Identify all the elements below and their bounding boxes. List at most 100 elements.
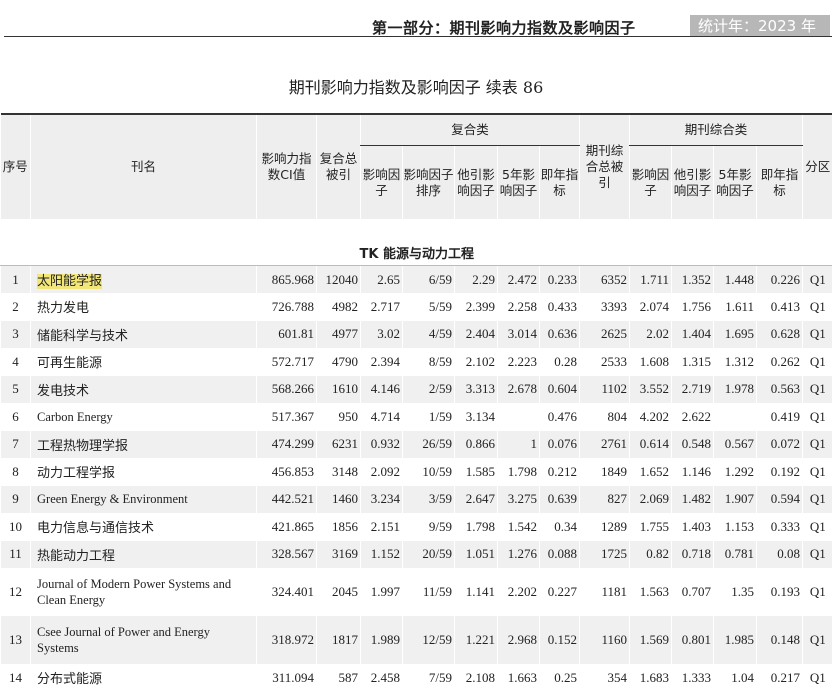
row-number: 12 — [1, 568, 31, 616]
fuhe-immediacy: 0.636 — [540, 321, 580, 349]
quartile-zone: Q1 — [803, 541, 832, 569]
zonghe-immediacy: 0.419 — [757, 403, 803, 431]
zonghe-other-if: 1.403 — [672, 513, 714, 541]
ci-value: 442.521 — [257, 486, 317, 514]
row-number: 6 — [1, 403, 31, 431]
fuhe-impact-factor: 1.997 — [361, 568, 403, 616]
row-number: 7 — [1, 431, 31, 459]
zonghe-immediacy: 0.413 — [757, 293, 803, 321]
journal-name: 工程热物理学报 — [31, 431, 257, 459]
ci-value: 324.401 — [257, 568, 317, 616]
table-row: 8动力工程学报456.85331482.09210/591.5851.7980.… — [1, 458, 832, 486]
row-number: 10 — [1, 513, 31, 541]
ci-value: 474.299 — [257, 431, 317, 459]
zonghe-impact-factor: 2.074 — [630, 293, 672, 321]
row-number: 3 — [1, 321, 31, 349]
zonghe-other-if: 1.315 — [672, 348, 714, 376]
fuhe-other-if: 2.102 — [455, 348, 498, 376]
fuhe-other-if: 2.29 — [455, 266, 498, 294]
fuhe-immediacy: 0.227 — [540, 568, 580, 616]
zonghe-impact-factor: 2.069 — [630, 486, 672, 514]
table-body: TK 能源与动力工程 1太阳能学报865.968120402.656/592.2… — [1, 219, 832, 692]
zonghe-5y-if — [714, 403, 757, 431]
journal-name: Journal of Modern Power Systems and Clea… — [31, 568, 257, 616]
zonghe-5y-if: 0.567 — [714, 431, 757, 459]
col-name: 刊名 — [31, 114, 257, 219]
fuhe-other-if: 2.108 — [455, 664, 498, 692]
fuhe-impact-factor: 2.717 — [361, 293, 403, 321]
fuhe-5y-if: 2.678 — [498, 376, 540, 404]
fuhe-if-rank: 6/59 — [403, 266, 455, 294]
fuhe-other-if: 2.647 — [455, 486, 498, 514]
quartile-zone: Q1 — [803, 293, 832, 321]
fuhe-5y-if: 2.223 — [498, 348, 540, 376]
col-f-imm: 即年指标 — [540, 146, 580, 220]
fuhe-impact-factor: 2.65 — [361, 266, 403, 294]
fuhe-impact-factor: 2.458 — [361, 664, 403, 692]
col-z-if: 影响因子 — [630, 146, 672, 220]
zonghe-5y-if: 1.448 — [714, 266, 757, 294]
zonghe-5y-if: 1.611 — [714, 293, 757, 321]
fuhe-impact-factor: 2.151 — [361, 513, 403, 541]
quartile-zone: Q1 — [803, 431, 832, 459]
table-row: 1太阳能学报865.968120402.656/592.292.4720.233… — [1, 266, 832, 294]
fuhe-impact-factor: 1.989 — [361, 616, 403, 664]
fuhe-total-cites: 587 — [317, 664, 361, 692]
zonghe-impact-factor: 2.02 — [630, 321, 672, 349]
fuhe-5y-if: 1.542 — [498, 513, 540, 541]
fuhe-5y-if: 2.202 — [498, 568, 540, 616]
fuhe-if-rank: 9/59 — [403, 513, 455, 541]
zonghe-total-cites: 3393 — [580, 293, 630, 321]
journal-impact-table: 序号 刊名 影响力指数CI值 复合总被引 复合类 期刊综合总被引 期刊综合类 分… — [0, 113, 832, 692]
table-row: 3储能科学与技术601.8149773.024/592.4043.0140.63… — [1, 321, 832, 349]
zonghe-immediacy: 0.333 — [757, 513, 803, 541]
zonghe-5y-if: 1.907 — [714, 486, 757, 514]
fuhe-5y-if: 1.663 — [498, 664, 540, 692]
journal-name: Green Energy & Environment — [31, 486, 257, 514]
journal-name: 热力发电 — [31, 293, 257, 321]
zonghe-total-cites: 827 — [580, 486, 630, 514]
row-number: 2 — [1, 293, 31, 321]
col-ci: 影响力指数CI值 — [257, 114, 317, 219]
zonghe-total-cites: 354 — [580, 664, 630, 692]
zonghe-5y-if: 1.985 — [714, 616, 757, 664]
fuhe-immediacy: 0.212 — [540, 458, 580, 486]
zonghe-total-cites: 1725 — [580, 541, 630, 569]
quartile-zone: Q1 — [803, 568, 832, 616]
table-row: 10电力信息与通信技术421.86518562.1519/591.7981.54… — [1, 513, 832, 541]
zonghe-immediacy: 0.594 — [757, 486, 803, 514]
quartile-zone: Q1 — [803, 321, 832, 349]
fuhe-other-if: 1.798 — [455, 513, 498, 541]
fuhe-total-cites: 1460 — [317, 486, 361, 514]
zonghe-total-cites: 2625 — [580, 321, 630, 349]
fuhe-if-rank: 26/59 — [403, 431, 455, 459]
table-row: 6Carbon Energy517.3679504.7141/593.1340.… — [1, 403, 832, 431]
zonghe-immediacy: 0.148 — [757, 616, 803, 664]
zonghe-immediacy: 0.072 — [757, 431, 803, 459]
col-z-imm: 即年指标 — [757, 146, 803, 220]
row-number: 9 — [1, 486, 31, 514]
zonghe-5y-if: 1.153 — [714, 513, 757, 541]
col-f-other: 他引影响因子 — [455, 146, 498, 220]
fuhe-immediacy: 0.233 — [540, 266, 580, 294]
zonghe-other-if: 1.352 — [672, 266, 714, 294]
zonghe-impact-factor: 3.552 — [630, 376, 672, 404]
fuhe-total-cites: 4982 — [317, 293, 361, 321]
table-row: 9Green Energy & Environment442.5211460 3.… — [1, 486, 832, 514]
fuhe-if-rank: 5/59 — [403, 293, 455, 321]
zonghe-immediacy: 0.193 — [757, 568, 803, 616]
fuhe-other-if: 3.134 — [455, 403, 498, 431]
fuhe-other-if: 1.051 — [455, 541, 498, 569]
zonghe-other-if: 1.146 — [672, 458, 714, 486]
fuhe-5y-if: 3.275 — [498, 486, 540, 514]
fuhe-total-cites: 4790 — [317, 348, 361, 376]
fuhe-5y-if: 1.798 — [498, 458, 540, 486]
journal-name: 热能动力工程 — [31, 541, 257, 569]
fuhe-impact-factor: 2.394 — [361, 348, 403, 376]
ci-value: 568.266 — [257, 376, 317, 404]
fuhe-impact-factor: 0.932 — [361, 431, 403, 459]
zonghe-total-cites: 1289 — [580, 513, 630, 541]
fuhe-other-if: 2.399 — [455, 293, 498, 321]
row-number: 4 — [1, 348, 31, 376]
fuhe-immediacy: 0.076 — [540, 431, 580, 459]
